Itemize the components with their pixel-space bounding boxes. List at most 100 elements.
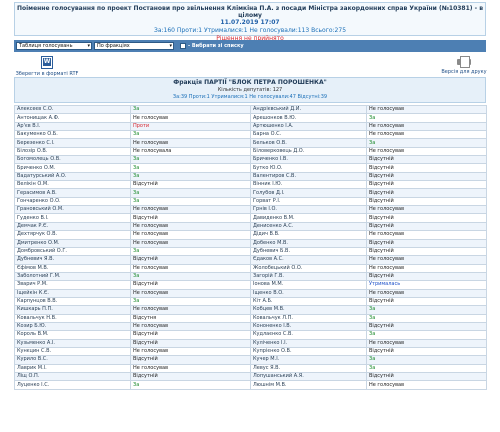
deputy-vote: Не голосував — [366, 288, 487, 298]
deputy-name[interactable]: Арешонков В.Ю. — [250, 113, 367, 123]
deputy-name[interactable]: Кіт А.Б. — [250, 296, 367, 307]
deputy-name[interactable]: Кудлаєнко С.В. — [250, 330, 367, 340]
deputy-name[interactable]: Куліченко І.І. — [250, 338, 367, 348]
deputy-name[interactable]: Валентиров С.В. — [250, 171, 367, 182]
deputy-name[interactable]: Березенко С.І. — [14, 138, 131, 148]
deputy-name[interactable]: Король В.М. — [14, 330, 131, 340]
deputy-name[interactable]: Єдаков А.С. — [250, 255, 367, 265]
deputy-name[interactable]: Лопушанський А.Я. — [250, 371, 367, 382]
deputy-name[interactable]: Домбровський О.Г. — [14, 246, 131, 257]
deputy-name[interactable]: Кузьменко А.І. — [14, 338, 131, 348]
deputy-vote: Не голосував — [130, 138, 251, 148]
deputy-vote: Не голосував — [130, 363, 251, 374]
deputy-name[interactable]: Біловерковець Д.О. — [250, 146, 367, 157]
deputy-vote: За — [130, 196, 251, 207]
deputy-name[interactable]: Вадатурський А.О. — [14, 171, 131, 182]
chevron-down-icon: ▾ — [169, 43, 172, 49]
deputy-name[interactable]: Козир Б.Ю. — [14, 321, 131, 332]
deputy-vote: Відсутній — [366, 321, 487, 332]
table-row: Антонищак А.Ф. Не голосував Арешонков В.Ю.… — [14, 113, 487, 123]
deputy-name[interactable]: Бельков О.В. — [250, 138, 367, 148]
table-row: Козир Б.Ю. Не голосував Кононенко І.В. Відс… — [14, 321, 487, 332]
deputy-name[interactable]: Бриченко І.В. — [250, 155, 367, 165]
deputy-name[interactable]: Артюшенко І.А. — [250, 121, 367, 132]
deputy-name[interactable]: Дехтярчук О.В. — [14, 230, 131, 240]
table-row: Кунєцин С.В. Не голосував Купрієнко О.В. Ві… — [14, 346, 487, 357]
table-row: Іщейкін К.Є. Не голосував Іщенко В.О. Не го… — [14, 288, 487, 298]
deputy-name[interactable]: Антонищак А.Ф. — [14, 113, 131, 123]
deputy-name[interactable]: Бутко Ю.О. — [250, 163, 367, 173]
deputy-name[interactable]: Барна О.С. — [250, 130, 367, 140]
table-row: Лаврик М.І. Не голосував Левус Я.В. За — [14, 363, 487, 374]
deputy-name[interactable]: Луценко І.С. — [14, 380, 131, 390]
deputy-name[interactable]: Голубов Д.І. — [250, 188, 367, 198]
deputy-name[interactable]: Ковальчук Н.В. — [14, 313, 131, 323]
deputy-name[interactable]: Білозір О.В. — [14, 146, 131, 157]
deputy-name[interactable]: Іщенко В.О. — [250, 288, 367, 298]
deputy-name[interactable]: Загорій Г.В. — [250, 271, 367, 282]
deputy-name[interactable]: Давиденко В.М. — [250, 213, 367, 223]
deputy-vote: За — [366, 113, 487, 123]
deputy-name[interactable]: Кононенко І.В. — [250, 321, 367, 332]
deputy-vote: Не голосувала — [130, 146, 251, 157]
deputy-name[interactable]: Дубневич Б.В. — [250, 246, 367, 257]
deputy-name[interactable]: Купрієнко О.В. — [250, 346, 367, 357]
deputy-vote: Не голосував — [366, 230, 487, 240]
deputy-name[interactable]: Алексеєв С.О. — [14, 104, 131, 115]
group-select[interactable]: По фракціях ▾ — [94, 42, 174, 50]
deputy-name[interactable]: Бакуменко О.Б. — [14, 130, 131, 140]
print-version-link[interactable]: Версія для друку — [436, 56, 492, 78]
table-row: Дубневич Я.В. Відсутній Єдаков А.С. Не голо… — [14, 255, 487, 265]
deputy-name[interactable]: Ковальчук Л.П. — [250, 313, 367, 323]
printer-icon — [457, 56, 471, 68]
deputy-name[interactable]: Іщейкін К.Є. — [14, 288, 131, 298]
deputy-name[interactable]: Вінник І.Ю. — [250, 180, 367, 190]
view-select[interactable]: Таблиця голосувань ▾ — [16, 42, 92, 50]
deputy-name[interactable]: Люшнім М.В. — [250, 380, 367, 390]
deputy-name[interactable]: Герасимов А.В. — [14, 188, 131, 198]
deputy-name[interactable]: Зварич Р.М. — [14, 280, 131, 290]
deputy-name[interactable]: Ліщ О.П. — [14, 371, 131, 382]
table-row: Бакуменко О.Б. За Барна О.С. Не голосував — [14, 130, 487, 140]
save-rtf-link[interactable]: Зберегти в форматі RTF — [14, 56, 80, 78]
deputy-name[interactable]: Курило В.С. — [14, 355, 131, 365]
deputy-name[interactable]: Єфімов М.В. — [14, 263, 131, 273]
deputy-name[interactable]: Дмитренко О.М. — [14, 238, 131, 248]
deputy-name[interactable]: Андрієвський Д.Й. — [250, 104, 367, 115]
deputy-vote: За — [130, 171, 251, 182]
deputy-vote: Не голосував — [366, 205, 487, 215]
deputy-name[interactable]: Левус Я.В. — [250, 363, 367, 374]
select-from-list-checkbox[interactable] — [180, 43, 186, 49]
deputy-name[interactable]: Денисенко А.С. — [250, 221, 367, 232]
deputy-name[interactable]: Дубневич Я.В. — [14, 255, 131, 265]
table-row: Ліщ О.П. Відсутній Лопушанський А.Я. Відсут… — [14, 371, 487, 382]
deputy-name[interactable]: Кунєцин С.В. — [14, 346, 131, 357]
deputy-name[interactable]: Бриченко О.М. — [14, 163, 131, 173]
deputy-name[interactable]: Добенко М.В. — [250, 238, 367, 248]
deputy-name[interactable]: Лаврик М.І. — [14, 363, 131, 374]
deputy-vote: Відсутній — [130, 255, 251, 265]
deputy-name[interactable]: Кобцев М.В. — [250, 305, 367, 315]
deputy-name[interactable]: Велікін О.М. — [14, 180, 131, 190]
deputy-name[interactable]: Кишкарь П.П. — [14, 305, 131, 315]
deputy-name[interactable]: Кучер М.І. — [250, 355, 367, 365]
deputy-name[interactable]: Ар'єв В.І. — [14, 121, 131, 132]
deputy-name[interactable]: Гончаренко О.О. — [14, 196, 131, 207]
faction-title: Фракція ПАРТІЇ "БЛОК ПЕТРА ПОРОШЕНКА" — [173, 79, 327, 86]
deputy-name[interactable]: Карпунцов В.В. — [14, 296, 131, 307]
deputy-name[interactable]: Іонова М.М. — [250, 280, 367, 290]
deputy-name[interactable]: Заболотний Г.М. — [14, 271, 131, 282]
deputy-vote: Не голосував — [366, 104, 487, 115]
deputy-name[interactable]: Богомолець О.В. — [14, 155, 131, 165]
deputy-name[interactable]: Гуденко В.І. — [14, 213, 131, 223]
deputy-name[interactable]: Дідич В.В. — [250, 230, 367, 240]
deputy-name[interactable]: Жолобецький О.О. — [250, 263, 367, 273]
deputy-name[interactable]: Горват Р.І. — [250, 196, 367, 207]
table-row: Ар'єв В.І. Проти Артюшенко І.А. Не голосува… — [14, 121, 487, 132]
deputy-vote: За — [130, 246, 251, 257]
deputy-vote: За — [130, 155, 251, 165]
deputy-name[interactable]: Демчак Р.Є. — [14, 221, 131, 232]
deputy-name[interactable]: Грнів І.О. — [250, 205, 367, 215]
deputy-vote: За — [130, 130, 251, 140]
deputy-name[interactable]: Грановський О.М. — [14, 205, 131, 215]
